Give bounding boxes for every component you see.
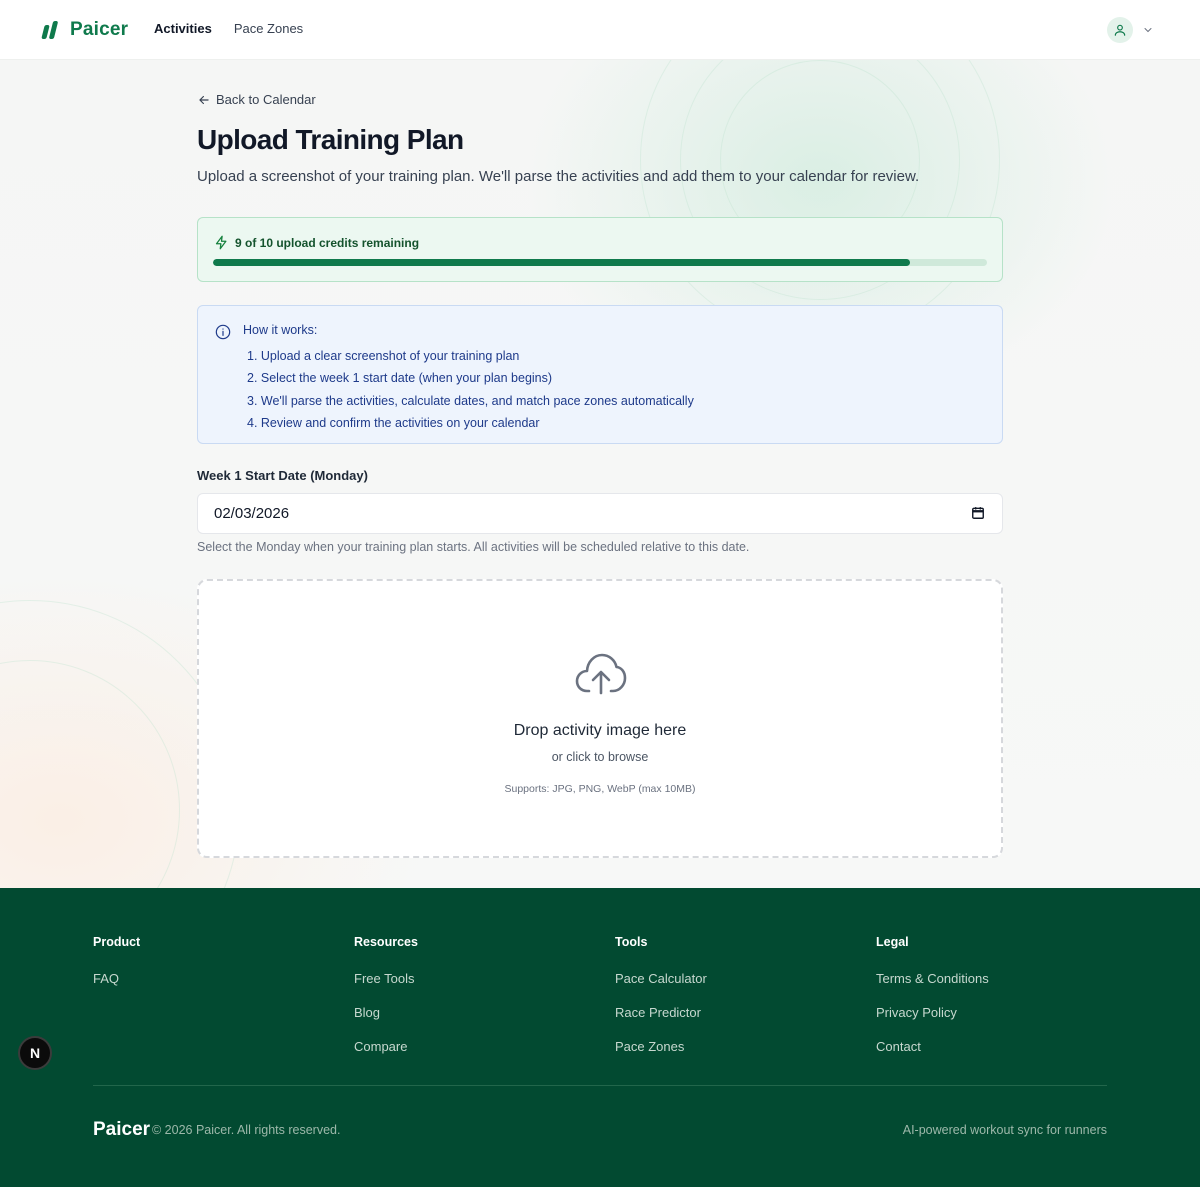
list-item: 2. Select the week 1 start date (when yo… (247, 371, 553, 386)
footer-link-pace-zones[interactable]: Pace Zones (615, 1039, 707, 1055)
footer-link-compare[interactable]: Compare (354, 1039, 418, 1055)
footer-column-tools: Tools Pace Calculator Race Predictor Pac… (615, 935, 707, 1072)
brand-name: Paicer (70, 19, 129, 40)
how-it-works-panel: How it works: 1. Upload a clear screensh… (197, 305, 1003, 444)
back-to-calendar-link[interactable]: Back to Calendar (197, 92, 316, 107)
footer-column-product: Product FAQ (93, 935, 140, 1005)
start-date-input[interactable]: 02/03/2026 (197, 493, 1003, 534)
how-it-works-steps: 1. Upload a clear screenshot of your tra… (247, 345, 694, 434)
footer-tagline: AI-powered workout sync for runners (902, 1123, 1107, 1137)
dropzone-supported-formats: Supports: JPG, PNG, WebP (max 10MB) (504, 783, 696, 795)
footer-column-resources: Resources Free Tools Blog Compare (354, 935, 418, 1072)
list-item: 4. Review and confirm the activities on … (247, 415, 540, 430)
start-date-value: 02/03/2026 (214, 505, 290, 522)
calendar-icon[interactable] (971, 506, 985, 520)
user-avatar[interactable] (1107, 17, 1133, 43)
how-it-works-title: How it works: (243, 323, 318, 337)
arrow-left-icon (199, 95, 209, 104)
nav-activities[interactable]: Activities (154, 21, 212, 36)
list-item: 3. We'll parse the activities, calculate… (247, 393, 694, 408)
credits-remaining-text: 9 of 10 upload credits remaining (235, 236, 420, 250)
dev-badge-letter: N (29, 1045, 41, 1061)
brand-logo[interactable]: Paicer (40, 19, 128, 41)
user-icon (1114, 24, 1126, 36)
info-icon (215, 324, 231, 340)
lightning-icon (215, 235, 227, 250)
footer-heading: Legal (876, 935, 909, 949)
page-title: Upload Training Plan (197, 124, 464, 155)
footer-link-faq[interactable]: FAQ (93, 971, 140, 987)
footer-heading: Resources (354, 935, 418, 949)
footer-column-legal: Legal Terms & Conditions Privacy Policy … (876, 935, 989, 1072)
footer-link-privacy[interactable]: Privacy Policy (876, 1005, 989, 1021)
credits-progress-fill (213, 259, 910, 266)
logo-mark-icon (40, 20, 59, 40)
footer-copyright: © 2026 Paicer. All rights reserved. (152, 1123, 341, 1137)
start-date-help: Select the Monday when your training pla… (197, 540, 750, 554)
list-item: 1. Upload a clear screenshot of your tra… (247, 349, 520, 363)
footer-link-race-predictor[interactable]: Race Predictor (615, 1005, 707, 1021)
footer-link-contact[interactable]: Contact (876, 1039, 989, 1055)
dev-tools-badge[interactable]: N (18, 1036, 52, 1070)
start-date-label: Week 1 Start Date (Monday) (197, 468, 368, 483)
page-subtitle: Upload a screenshot of your training pla… (197, 168, 920, 185)
site-footer: Product FAQ Resources Free Tools Blog Co… (0, 888, 1200, 1187)
dropzone-browse-text: or click to browse (551, 750, 649, 764)
footer-link-free-tools[interactable]: Free Tools (354, 971, 418, 987)
chevron-down-icon[interactable] (1142, 24, 1154, 36)
footer-heading: Product (93, 935, 141, 949)
footer-link-terms[interactable]: Terms & Conditions (876, 971, 989, 987)
footer-divider (93, 1085, 1107, 1086)
credits-progress-bar (213, 259, 987, 266)
main-nav: Activities Pace Zones (154, 21, 303, 36)
footer-heading: Tools (615, 935, 648, 949)
top-navbar: Paicer Activities Pace Zones (0, 0, 1200, 60)
footer-brand[interactable]: Paicer (93, 1119, 150, 1141)
upload-credits-card: 9 of 10 upload credits remaining (197, 217, 1003, 282)
cloud-upload-icon (575, 653, 627, 695)
image-dropzone[interactable]: Drop activity image here or click to bro… (197, 579, 1003, 858)
footer-link-pace-calculator[interactable]: Pace Calculator (615, 971, 707, 987)
dropzone-title: Drop activity image here (513, 722, 687, 739)
footer-link-blog[interactable]: Blog (354, 1005, 418, 1021)
nav-pace-zones[interactable]: Pace Zones (234, 21, 303, 36)
back-label: Back to Calendar (216, 92, 316, 107)
